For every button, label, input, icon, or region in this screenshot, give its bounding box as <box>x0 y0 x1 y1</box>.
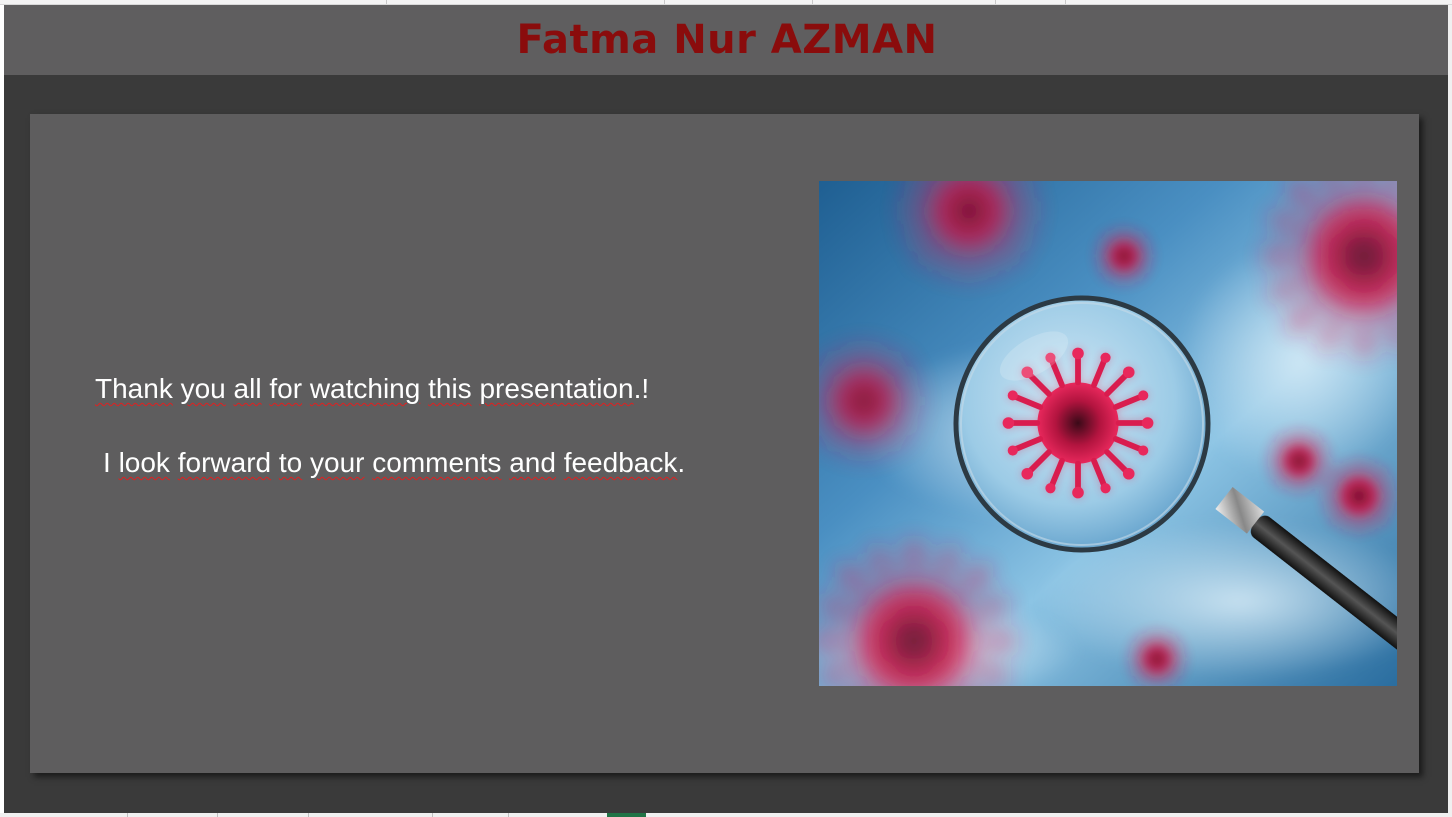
sheet-tab-separator <box>432 813 433 817</box>
ribbon-separator <box>386 0 387 4</box>
word: watching <box>309 373 421 404</box>
word: look <box>118 447 170 478</box>
word: forward <box>177 447 272 478</box>
ribbon-separator <box>1065 0 1066 4</box>
virus-magnifier-image[interactable] <box>819 181 1397 686</box>
app-window: Fatma Nur AZMAN Thank you all for watchi… <box>0 0 1452 817</box>
word: your <box>310 447 365 478</box>
sheet-tab-separator <box>127 813 128 817</box>
word: presentation <box>479 373 634 404</box>
sheet-tab-separator <box>308 813 309 817</box>
closing-slide[interactable]: Thank you all for watching this presenta… <box>30 114 1419 773</box>
word: you <box>180 373 226 404</box>
word: this <box>428 373 472 404</box>
punctuation: .! <box>633 373 650 404</box>
word: for <box>269 373 303 404</box>
title-banner[interactable]: Fatma Nur AZMAN <box>4 5 1448 75</box>
page-title: Fatma Nur AZMAN <box>516 16 938 63</box>
word: I <box>103 447 111 478</box>
virus-magnifier-icon <box>819 181 1397 686</box>
word: all <box>233 373 262 404</box>
ribbon-separator <box>664 0 665 4</box>
word: feedback <box>563 447 678 478</box>
thank-you-line: Thank you all for watching this presenta… <box>95 373 649 405</box>
word: Thank <box>95 373 173 404</box>
window-edge <box>1448 5 1452 813</box>
sheet-tab-separator <box>508 813 509 817</box>
punctuation: . <box>677 447 686 478</box>
active-sheet-tab[interactable] <box>607 813 646 817</box>
ribbon-separator <box>995 0 996 4</box>
sheet-tab-separator <box>217 813 218 817</box>
word: and <box>509 447 556 478</box>
feedback-line: I look forward to your comments and feed… <box>103 447 685 479</box>
ribbon-separator <box>812 0 813 4</box>
word: to <box>278 447 303 478</box>
word: comments <box>372 447 502 478</box>
